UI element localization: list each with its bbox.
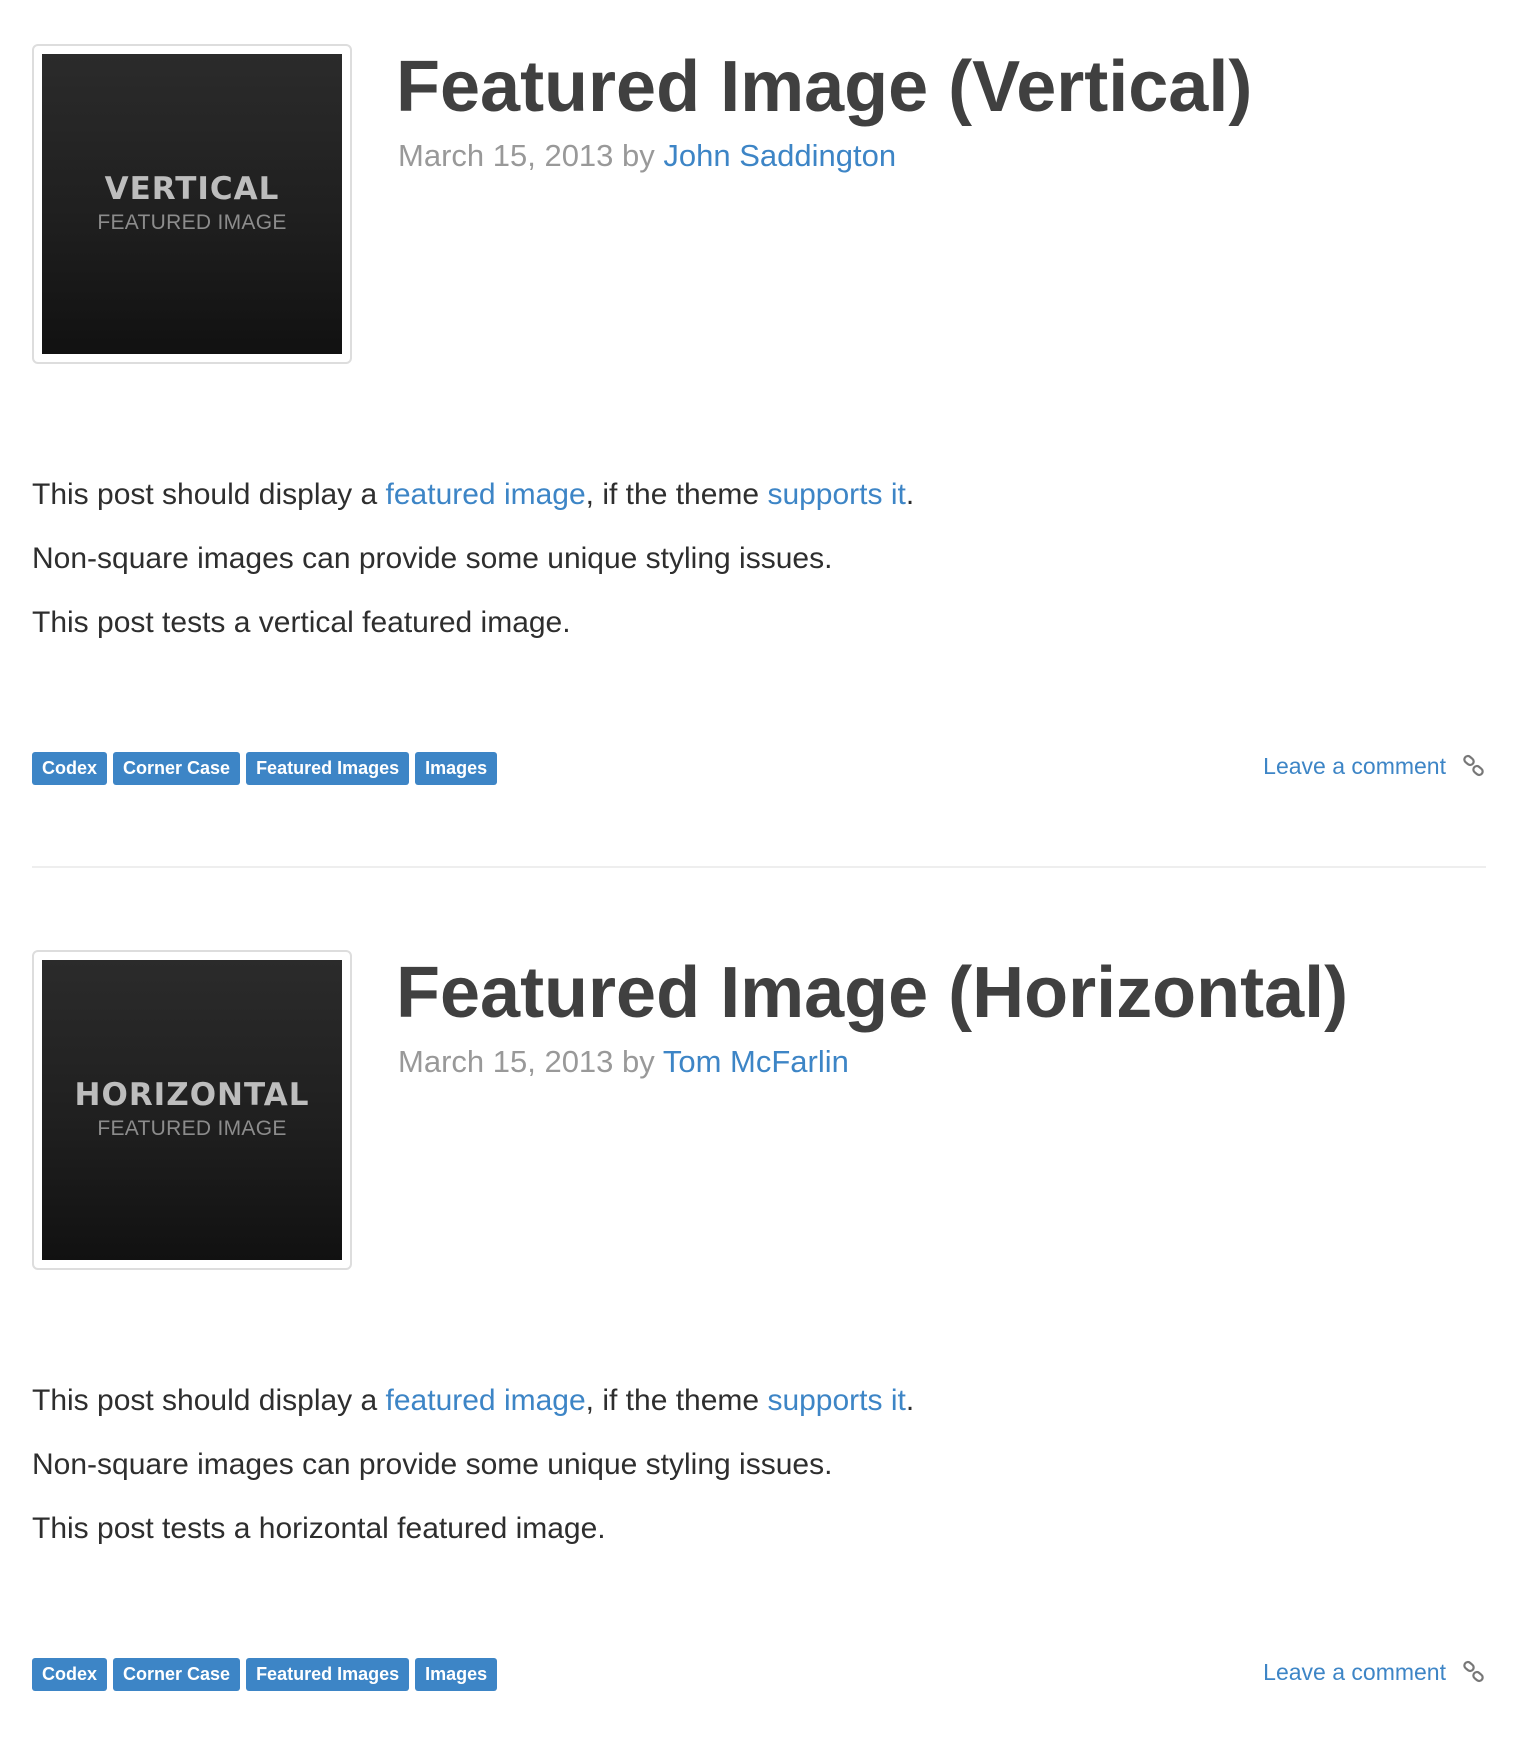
supports-it-link[interactable]: supports it [767, 478, 905, 511]
link-icon[interactable] [1462, 754, 1486, 778]
tag-featured-images[interactable]: Featured Images [246, 1658, 410, 1691]
post-paragraph: This post should display a featured imag… [32, 474, 1132, 516]
featured-image: VERTICAL FEATURED IMAGE [42, 54, 342, 354]
post-paragraph: This post tests a horizontal featured im… [32, 1512, 606, 1545]
post-title[interactable]: Featured Image (Vertical) [396, 44, 1252, 130]
thumbnail-small-text: FEATURED IMAGE [97, 1116, 287, 1140]
blog-page: VERTICAL FEATURED IMAGE Featured Image (… [0, 0, 1518, 1750]
post-title[interactable]: Featured Image (Horizontal) [396, 950, 1348, 1036]
tag-corner-case[interactable]: Corner Case [113, 1658, 241, 1691]
comment-area: Leave a comment [1263, 1654, 1486, 1690]
featured-image-link[interactable]: featured image [386, 1384, 586, 1417]
featured-image-thumbnail[interactable]: HORIZONTAL FEATURED IMAGE [32, 950, 352, 1270]
link-icon[interactable] [1462, 1660, 1486, 1684]
tag-codex[interactable]: Codex [32, 1658, 108, 1691]
thumbnail-big-text: VERTICAL [104, 170, 280, 207]
post-paragraph: Non-square images can provide some uniqu… [32, 542, 833, 575]
paragraph-text: . [905, 478, 915, 511]
supports-it-link[interactable]: supports it [767, 1384, 905, 1417]
tag-list: Codex Corner Case Featured Images Images [32, 752, 498, 785]
paragraph-text: This post should display a [32, 1384, 386, 1417]
post-paragraph: This post tests a vertical featured imag… [32, 606, 571, 639]
paragraph-text: , if the theme [585, 478, 768, 511]
post-content: This post should display a featured imag… [32, 474, 1132, 666]
featured-image: HORIZONTAL FEATURED IMAGE [42, 960, 342, 1260]
leave-comment-link[interactable]: Leave a comment [1263, 1654, 1446, 1690]
paragraph-text: , if the theme [585, 1384, 768, 1417]
tag-featured-images[interactable]: Featured Images [246, 752, 410, 785]
tag-images[interactable]: Images [415, 752, 498, 785]
tag-list: Codex Corner Case Featured Images Images [32, 1658, 498, 1691]
post-meta: March 15, 2013 by John Saddington [398, 136, 896, 176]
featured-image-thumbnail[interactable]: VERTICAL FEATURED IMAGE [32, 44, 352, 364]
paragraph-text: . [905, 1384, 915, 1417]
leave-comment-link[interactable]: Leave a comment [1263, 748, 1446, 784]
comment-area: Leave a comment [1263, 748, 1486, 784]
post-date: March 15, 2013 [398, 138, 614, 173]
post-by-label: by [622, 1044, 655, 1079]
featured-image-link[interactable]: featured image [386, 478, 586, 511]
tag-codex[interactable]: Codex [32, 752, 108, 785]
thumbnail-small-text: FEATURED IMAGE [97, 210, 287, 234]
post-meta: March 15, 2013 by Tom McFarlin [398, 1042, 849, 1082]
author-link[interactable]: John Saddington [663, 138, 896, 173]
author-link[interactable]: Tom McFarlin [663, 1044, 849, 1079]
post-divider [32, 866, 1486, 868]
post-date: March 15, 2013 [398, 1044, 614, 1079]
tag-corner-case[interactable]: Corner Case [113, 752, 241, 785]
post-by-label: by [622, 138, 655, 173]
post-content: This post should display a featured imag… [32, 1380, 1132, 1572]
post-paragraph: Non-square images can provide some uniqu… [32, 1448, 833, 1481]
post-paragraph: This post should display a featured imag… [32, 1380, 1132, 1422]
paragraph-text: This post should display a [32, 478, 386, 511]
thumbnail-big-text: HORIZONTAL [74, 1076, 310, 1113]
tag-images[interactable]: Images [415, 1658, 498, 1691]
